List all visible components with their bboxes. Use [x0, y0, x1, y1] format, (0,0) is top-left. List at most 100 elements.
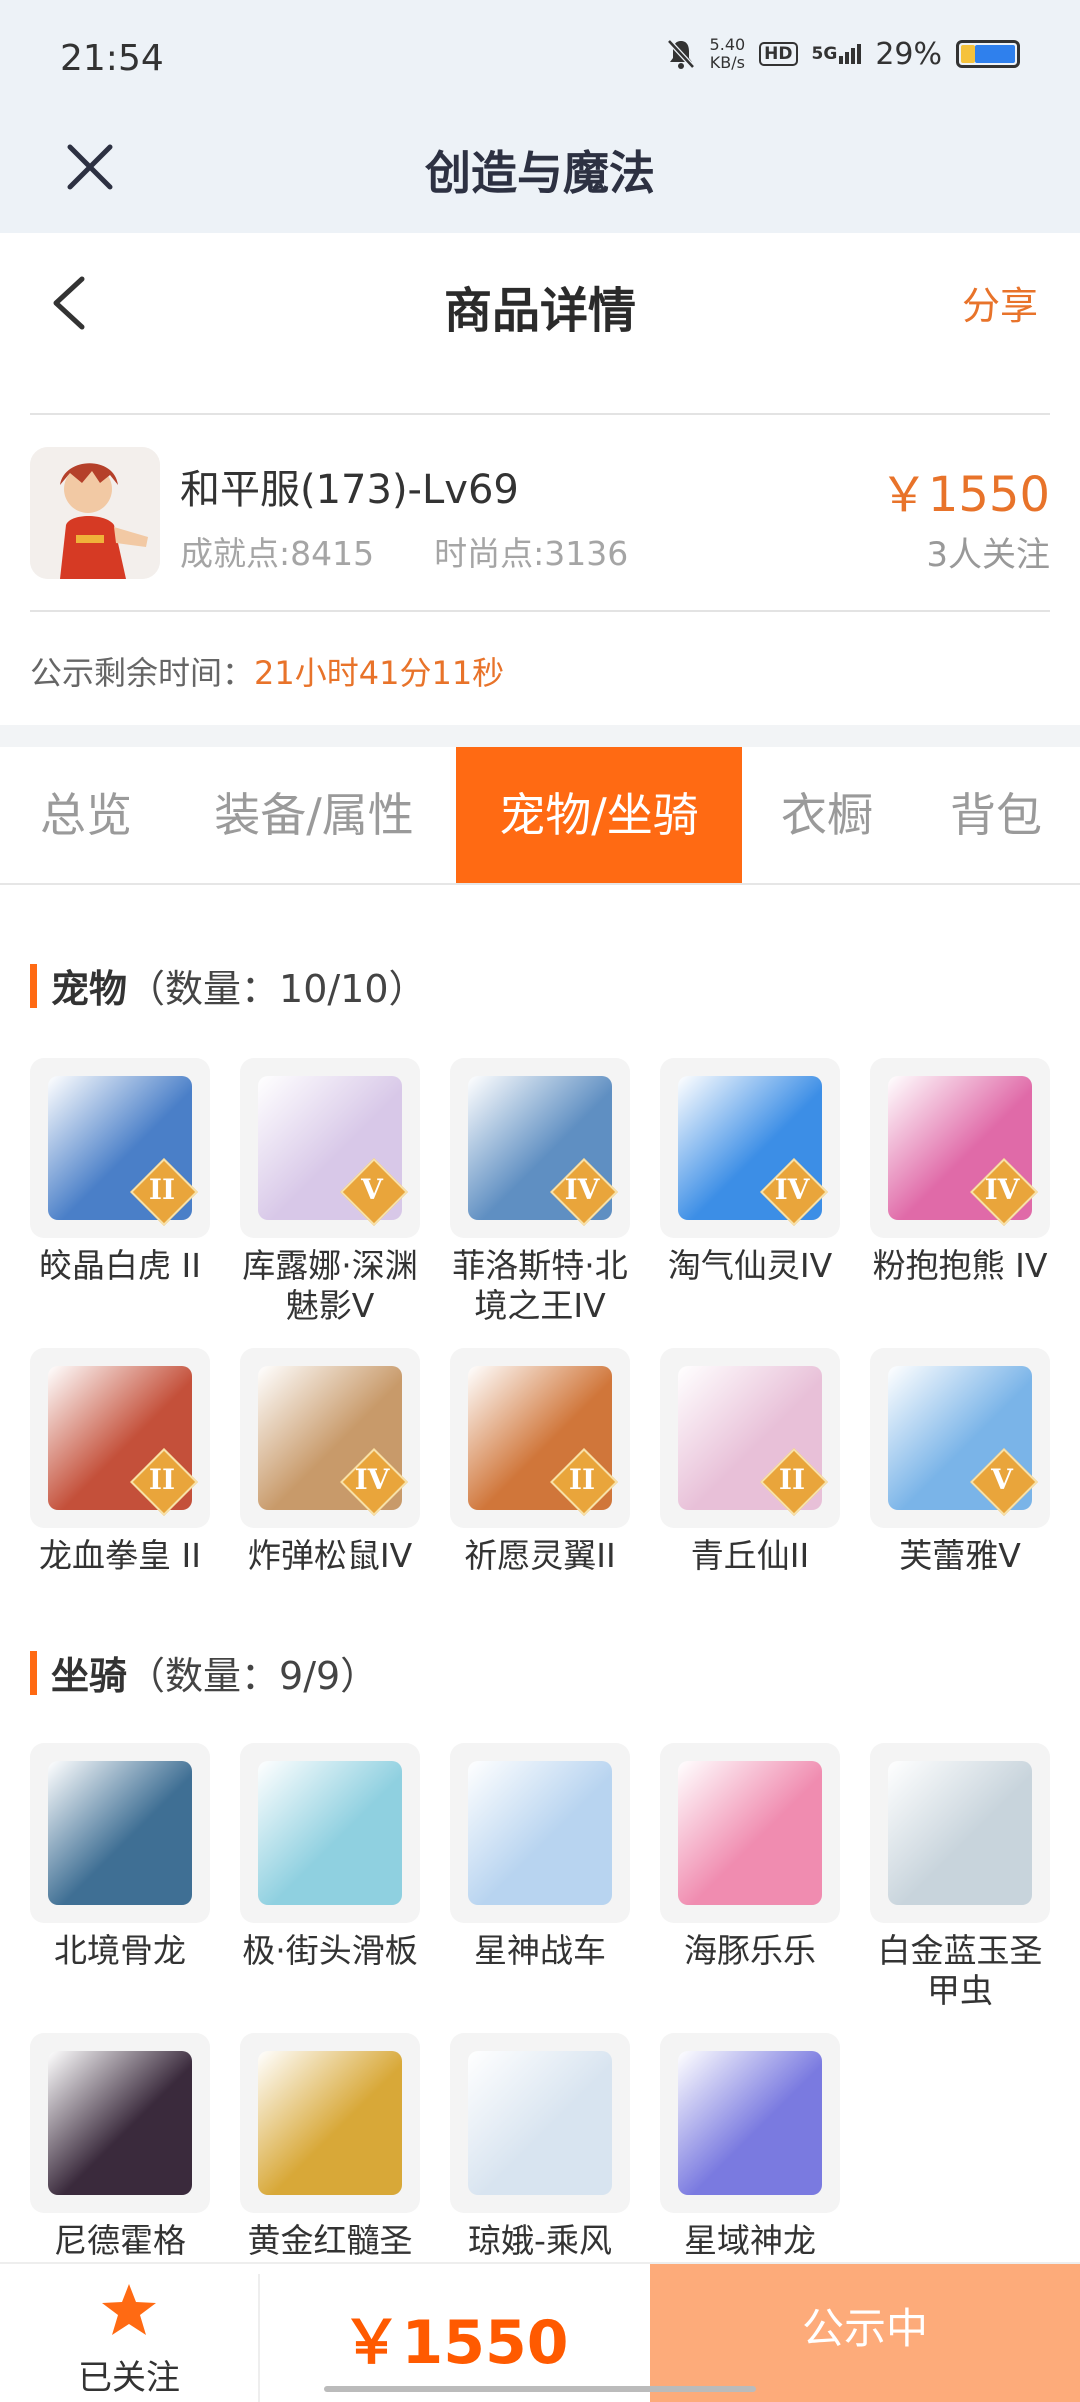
- net-speed: 5.40 KB/s: [709, 35, 746, 72]
- page-title: 商品详情: [443, 283, 636, 339]
- mount-thumbnail: [240, 2033, 420, 2213]
- bottom-bar: 已关注 ￥1550 公示中: [0, 2262, 1080, 2402]
- tab-bar: 总览 装备/属性 宠物/坐骑 衣橱 背包: [0, 747, 1080, 885]
- pet-name: 淘气仙灵IV: [667, 1246, 833, 1285]
- mount-image: [258, 1761, 402, 1905]
- pet-name: 库露娜·深渊魅影V: [242, 1246, 418, 1325]
- battery-percent: 29%: [875, 36, 942, 72]
- mount-item[interactable]: 黄金红髓圣: [240, 2033, 420, 2261]
- countdown-label: 公示剩余时间：: [30, 654, 255, 692]
- hd-icon: HD: [759, 42, 798, 66]
- bottom-price: ￥1550: [341, 2308, 569, 2378]
- pet-thumbnail: II: [30, 1348, 210, 1528]
- battery-icon: [956, 40, 1020, 68]
- pets-section-title: 宠物 （数量：10/10）: [30, 958, 427, 1013]
- tab-pets-mounts[interactable]: 宠物/坐骑: [456, 747, 742, 883]
- pet-thumbnail: IV: [660, 1058, 840, 1238]
- mount-thumbnail: [660, 2033, 840, 2213]
- tab-wardrobe[interactable]: 衣橱: [742, 747, 912, 883]
- clock: 21:54: [60, 38, 164, 79]
- pet-name: 芙蕾雅V: [899, 1536, 1021, 1575]
- status-icons: 5.40 KB/s HD 5G 29%: [666, 36, 1020, 72]
- product-stats: 成就点:8415 时尚点:3136: [180, 527, 628, 575]
- pet-item[interactable]: IV 粉抱抱熊 IV: [870, 1058, 1050, 1286]
- pet-name: 龙血拳皇 II: [39, 1536, 201, 1575]
- tab-overview[interactable]: 总览: [0, 747, 172, 883]
- pet-name: 祈愿灵翼II: [464, 1536, 616, 1575]
- mount-image: [678, 1761, 822, 1905]
- mount-name: 尼德霍格: [54, 2221, 186, 2260]
- mount-image: [468, 1761, 612, 1905]
- product-name: 和平服(173)-Lv69: [180, 467, 519, 513]
- tab-equipment[interactable]: 装备/属性: [172, 747, 456, 883]
- pet-item[interactable]: II 青丘仙II: [660, 1348, 840, 1576]
- mount-name: 极·街头滑板: [242, 1931, 418, 1970]
- pet-item[interactable]: V 芙蕾雅V: [870, 1348, 1050, 1576]
- app-bar: 创造与魔法: [0, 115, 1080, 233]
- mount-name: 白金蓝玉圣甲虫: [877, 1931, 1043, 2010]
- follow-label: 已关注: [78, 2358, 180, 2398]
- grade-badge-label: II: [778, 1463, 806, 1496]
- section-separator: [0, 725, 1080, 747]
- pet-item[interactable]: V 库露娜·深渊魅影V: [240, 1058, 420, 1326]
- mount-image: [48, 2051, 192, 2195]
- pet-item[interactable]: II 皎晶白虎 II: [30, 1058, 210, 1286]
- tab-bag[interactable]: 背包: [912, 747, 1080, 883]
- pet-item[interactable]: II 祈愿灵翼II: [450, 1348, 630, 1576]
- pet-thumbnail: V: [240, 1058, 420, 1238]
- mount-item[interactable]: 星域神龙: [660, 2033, 840, 2261]
- achievement-points: 成就点:8415: [180, 534, 375, 573]
- mounts-section-title: 坐骑 （数量：9/9）: [30, 1645, 378, 1700]
- signal-5g-icon: 5G: [812, 44, 862, 64]
- mount-item[interactable]: 北境骨龙: [30, 1743, 210, 1971]
- mount-image: [468, 2051, 612, 2195]
- grade-badge-label: II: [568, 1463, 596, 1496]
- character-avatar: [30, 447, 160, 579]
- product-summary[interactable]: 和平服(173)-Lv69 成就点:8415 时尚点:3136 ￥1550 3人…: [0, 445, 1080, 595]
- mount-image: [888, 1761, 1032, 1905]
- home-indicator: [324, 2386, 756, 2392]
- mount-thumbnail: [450, 1743, 630, 1923]
- countdown: 公示剩余时间：21小时41分11秒: [30, 648, 504, 694]
- mount-name: 星神战车: [474, 1931, 606, 1970]
- pet-name: 青丘仙II: [690, 1536, 810, 1575]
- mount-item[interactable]: 尼德霍格: [30, 2033, 210, 2261]
- mount-item[interactable]: 星神战车: [450, 1743, 630, 1971]
- pet-name: 粉抱抱熊 IV: [872, 1246, 1048, 1285]
- mount-name: 琼娥-乘风: [468, 2221, 612, 2260]
- status-button[interactable]: 公示中: [650, 2264, 1080, 2402]
- mount-item[interactable]: 海豚乐乐: [660, 1743, 840, 1971]
- pet-thumbnail: IV: [450, 1058, 630, 1238]
- mount-item[interactable]: 琼娥-乘风: [450, 2033, 630, 2261]
- mount-thumbnail: [30, 1743, 210, 1923]
- mount-name: 星域神龙: [684, 2221, 816, 2260]
- pet-item[interactable]: IV 菲洛斯特·北境之王IV: [450, 1058, 630, 1326]
- mount-image: [48, 1761, 192, 1905]
- pet-thumbnail: IV: [240, 1348, 420, 1528]
- grade-badge-label: II: [148, 1173, 176, 1206]
- pet-name: 炸弹松鼠IV: [247, 1536, 413, 1575]
- pet-thumbnail: II: [660, 1348, 840, 1528]
- share-button[interactable]: 分享: [962, 275, 1038, 330]
- mount-thumbnail: [30, 2033, 210, 2213]
- grade-badge-label: IV: [354, 1463, 390, 1496]
- pet-name: 皎晶白虎 II: [39, 1246, 201, 1285]
- grade-badge-label: V: [991, 1463, 1013, 1496]
- follow-button[interactable]: 已关注: [0, 2264, 258, 2402]
- pet-thumbnail: II: [30, 1058, 210, 1238]
- pet-thumbnail: V: [870, 1348, 1050, 1528]
- mount-item[interactable]: 白金蓝玉圣甲虫: [870, 1743, 1050, 2011]
- grade-badge-label: IV: [984, 1173, 1020, 1206]
- pet-item[interactable]: II 龙血拳皇 II: [30, 1348, 210, 1576]
- pet-item[interactable]: IV 淘气仙灵IV: [660, 1058, 840, 1286]
- pet-item[interactable]: IV 炸弹松鼠IV: [240, 1348, 420, 1576]
- mount-thumbnail: [870, 1743, 1050, 1923]
- mount-name: 北境骨龙: [54, 1931, 186, 1970]
- mount-thumbnail: [450, 2033, 630, 2213]
- pet-thumbnail: II: [450, 1348, 630, 1528]
- grade-badge-label: IV: [774, 1173, 810, 1206]
- mount-item[interactable]: 极·街头滑板: [240, 1743, 420, 1971]
- mount-name: 海豚乐乐: [684, 1931, 816, 1970]
- mount-image: [678, 2051, 822, 2195]
- fashion-points: 时尚点:3136: [434, 534, 629, 573]
